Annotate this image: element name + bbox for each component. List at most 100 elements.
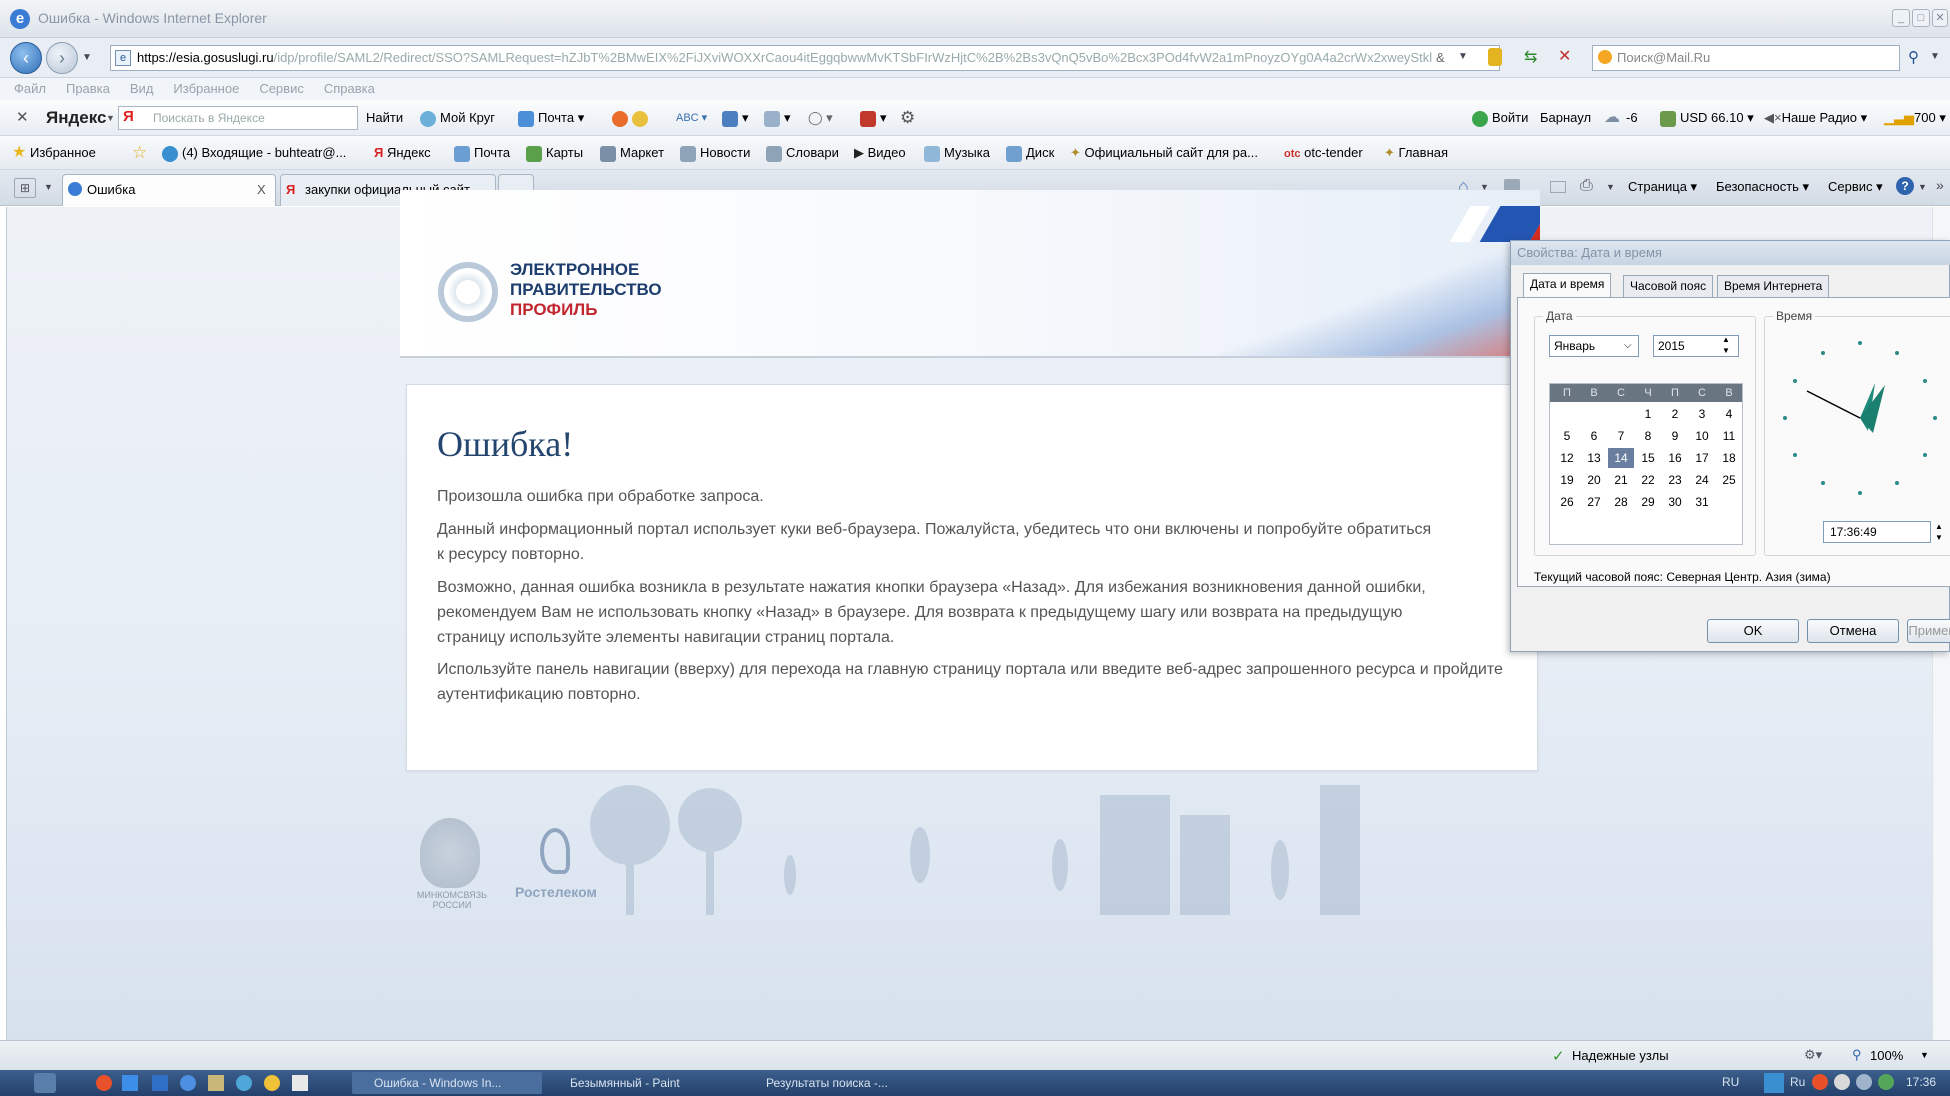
language-indicator[interactable]: RU [1722, 1075, 1739, 1089]
help-icon[interactable]: ? [1896, 177, 1914, 195]
menu-view[interactable]: Вид [130, 81, 154, 96]
year-spinner[interactable]: 2015 ▲ ▼ [1653, 335, 1739, 357]
forward-button[interactable]: › [46, 42, 78, 74]
brand-dropdown-icon[interactable]: ▼ [106, 100, 115, 136]
tray-icon-4[interactable] [1856, 1074, 1872, 1090]
year-spin-arrows-icon[interactable]: ▲ ▼ [1722, 334, 1730, 356]
close-window-button[interactable]: ✕ [1932, 9, 1948, 27]
ok-button[interactable]: OK [1707, 619, 1799, 643]
save-quicklaunch-icon[interactable] [152, 1075, 168, 1091]
protected-mode-icon[interactable]: ⚙▾ [1804, 1047, 1822, 1063]
menu-help[interactable]: Справка [324, 81, 375, 96]
calendar-day[interactable]: 24 [1689, 470, 1715, 490]
calendar-day[interactable]: 18 [1716, 448, 1742, 468]
calendar-day[interactable]: 2 [1662, 404, 1688, 424]
menu-edit[interactable]: Правка [66, 81, 110, 96]
lock-icon[interactable] [1488, 48, 1502, 66]
tab-internet-time[interactable]: Время Интернета [1717, 275, 1830, 297]
calendar-day[interactable]: 22 [1635, 470, 1661, 490]
yandex-brand[interactable]: Яндекс [46, 100, 106, 136]
quicklaunch-icon-7[interactable] [264, 1075, 280, 1091]
history-dropdown-icon[interactable]: ▼ [82, 52, 92, 63]
compat-icon[interactable]: & [1436, 50, 1445, 65]
chrome-quicklaunch-icon[interactable] [96, 1075, 112, 1091]
favorites-button[interactable]: ★ Избранное [12, 136, 96, 170]
calendar-day[interactable]: 19 [1554, 470, 1580, 490]
calendar-day[interactable]: 8 [1635, 426, 1661, 446]
spellcheck-icon[interactable]: ABC ▾ [676, 100, 707, 136]
calendar-day[interactable]: 7 [1608, 426, 1634, 446]
temperature-label[interactable]: -6 [1626, 100, 1638, 136]
refresh-icon[interactable]: ⇆ [1524, 47, 1537, 67]
calendar-day[interactable]: 29 [1635, 492, 1661, 512]
print-dropdown-icon[interactable]: ▼ [1606, 182, 1615, 192]
signal-indicator[interactable]: ▁▃▅700 ▾ [1884, 100, 1946, 136]
calendar-day[interactable]: 9 [1662, 426, 1688, 446]
calendar-day[interactable]: 4 [1716, 404, 1742, 424]
translate-icon[interactable]: ▾ [722, 100, 749, 136]
calendar-day[interactable]: 11 [1716, 426, 1742, 446]
quicklaunch-icon-5[interactable] [208, 1075, 224, 1091]
calendar-day[interactable]: 21 [1608, 470, 1634, 490]
zoom-dropdown-icon[interactable]: ▼ [1920, 1050, 1929, 1060]
trusted-zone-label[interactable]: Надежные узлы [1572, 1048, 1669, 1063]
maximize-button[interactable]: □ [1912, 9, 1930, 27]
fav-item-news[interactable]: Новости [680, 136, 750, 170]
menu-file[interactable]: Файл [14, 81, 46, 96]
search-icon[interactable]: ⚲ [1908, 48, 1919, 66]
usd-rate[interactable]: USD 66.10 ▾ [1660, 100, 1754, 136]
calendar-day[interactable]: 6 [1581, 426, 1607, 446]
menu-favorites[interactable]: Избранное [173, 81, 239, 96]
taskbar-item-ie[interactable]: Ошибка - Windows In... [352, 1072, 542, 1094]
fav-item-video[interactable]: ▶ Видео [854, 136, 906, 170]
close-toolbar-icon[interactable]: ✕ [16, 100, 29, 136]
tab-date-time[interactable]: Дата и время [1523, 273, 1612, 297]
login-button[interactable]: Войти [1472, 100, 1528, 136]
yandex-search-input[interactable]: Я Поискать в Яндексе [118, 106, 358, 130]
fav-item-maps[interactable]: Карты [526, 136, 583, 170]
quicklaunch-icon-2[interactable] [122, 1075, 138, 1091]
month-select[interactable]: Январь ⌵ [1549, 335, 1639, 357]
calendar-day[interactable]: 25 [1716, 470, 1742, 490]
calendar-day[interactable]: 16 [1662, 448, 1688, 468]
calendar-day[interactable]: 3 [1689, 404, 1715, 424]
radio-button[interactable]: ◀×Наше Радио ▾ [1764, 100, 1867, 136]
calendar-day[interactable]: 1 [1635, 404, 1661, 424]
calendar-day[interactable]: 17 [1689, 448, 1715, 468]
highlight-icon[interactable]: ▾ [764, 100, 791, 136]
fav-item-disk[interactable]: Диск [1006, 136, 1054, 170]
calendar-day[interactable]: 30 [1662, 492, 1688, 512]
cancel-button[interactable]: Отмена [1807, 619, 1899, 643]
read-mail-icon[interactable] [1550, 181, 1566, 193]
quick-tabs-icon[interactable]: ⊞ [14, 178, 36, 198]
security-menu[interactable]: Безопасность ▾ [1716, 179, 1809, 195]
tab-list-dropdown-icon[interactable]: ▼ [44, 182, 53, 192]
apply-button[interactable]: Примен [1907, 619, 1950, 643]
calendar-day[interactable]: 10 [1689, 426, 1715, 446]
add-favorite-icon[interactable]: ☆ [132, 136, 147, 170]
stop-icon[interactable]: ✕ [1558, 46, 1571, 66]
search-input[interactable]: Поиск@Mail.Ru [1592, 45, 1900, 71]
fav-item-official-site[interactable]: ✦ Официальный сайт для ра... [1070, 136, 1258, 170]
url-dropdown-icon[interactable]: ▼ [1458, 51, 1468, 62]
calendar-day[interactable]: 5 [1554, 426, 1580, 446]
help-dropdown-icon[interactable]: ▼ [1918, 182, 1927, 192]
calendar-day[interactable]: 12 [1554, 448, 1580, 468]
calendar-day-selected[interactable]: 14 [1608, 448, 1634, 468]
page-menu[interactable]: Страница ▾ [1628, 179, 1697, 195]
calendar-day[interactable]: 13 [1581, 448, 1607, 468]
tray-icon-2[interactable] [1812, 1074, 1828, 1090]
calendar-day[interactable]: 31 [1689, 492, 1715, 512]
start-button[interactable] [34, 1073, 56, 1093]
city-label[interactable]: Барнаул [1540, 100, 1591, 136]
mail-button[interactable]: Почта ▾ [518, 100, 584, 136]
taskbar-item-paint[interactable]: Безымянный - Paint [548, 1072, 738, 1094]
calendar-day[interactable]: 28 [1608, 492, 1634, 512]
moy-krug-button[interactable]: Мой Круг [420, 100, 495, 136]
fav-item-music[interactable]: Музыка [924, 136, 990, 170]
minimize-button[interactable]: _ [1892, 9, 1910, 27]
fav-item-market[interactable]: Маркет [600, 136, 664, 170]
calendar-day[interactable]: 15 [1635, 448, 1661, 468]
time-input[interactable]: 17:36:49 [1823, 521, 1931, 543]
bookmark-icon[interactable]: ▾ [860, 100, 887, 136]
